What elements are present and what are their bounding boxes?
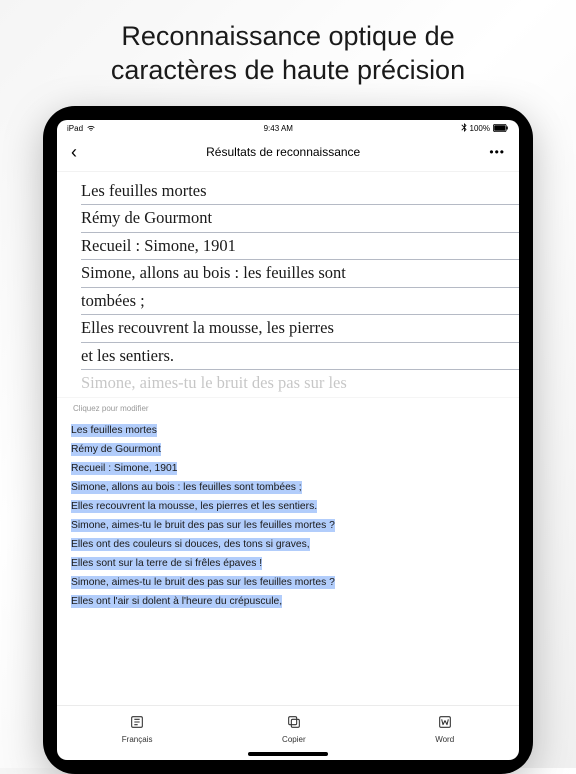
handwriting-line: tombées ; — [81, 288, 519, 316]
more-button[interactable]: ••• — [489, 145, 505, 159]
word-button[interactable]: Word — [435, 714, 454, 744]
word-icon — [437, 714, 453, 732]
bottom-toolbar: Français Copier Word — [57, 705, 519, 750]
handwriting-line: Les feuilles mortes — [81, 178, 519, 206]
ocr-line: Recueil : Simone, 1901 — [71, 459, 505, 478]
status-device: iPad — [67, 124, 83, 133]
ocr-line: Elles sont sur la terre de si frêles épa… — [71, 554, 505, 573]
handwriting-line: et les sentiers. — [81, 343, 519, 371]
handwriting-line-partial: Simone, aimes-tu le bruit des pas sur le… — [81, 370, 519, 397]
handwriting-line: Recueil : Simone, 1901 — [81, 233, 519, 261]
ocr-line: Elles ont des couleurs si douces, des to… — [71, 535, 505, 554]
ocr-line: Simone, aimes-tu le bruit des pas sur le… — [71, 573, 505, 592]
ocr-line: Simone, aimes-tu le bruit des pas sur le… — [71, 516, 505, 535]
ipad-frame: iPad 9:43 AM 100% ‹ Résultats de reconna… — [43, 106, 533, 774]
back-button[interactable]: ‹ — [71, 142, 77, 163]
battery-icon — [493, 124, 509, 134]
handwriting-line: Simone, allons au bois : les feuilles so… — [81, 260, 519, 288]
language-icon — [129, 714, 145, 732]
copy-icon — [286, 714, 302, 732]
battery-pct: 100% — [470, 124, 490, 133]
ipad-screen: iPad 9:43 AM 100% ‹ Résultats de reconna… — [57, 120, 519, 760]
ocr-line: Les feuilles mortes — [71, 421, 505, 440]
ocr-line: Elles ont l'air si dolent à l'heure du c… — [71, 592, 505, 611]
ocr-line: Simone, allons au bois : les feuilles so… — [71, 478, 505, 497]
home-indicator[interactable] — [248, 752, 328, 756]
word-label: Word — [435, 735, 454, 744]
language-label: Français — [122, 735, 153, 744]
promo-title: Reconnaissance optique de caractères de … — [0, 0, 576, 106]
handwriting-line: Elles recouvrent la mousse, les pierres — [81, 315, 519, 343]
copy-button[interactable]: Copier — [282, 714, 306, 744]
handwriting-line: Rémy de Gourmont — [81, 205, 519, 233]
ocr-line: Rémy de Gourmont — [71, 440, 505, 459]
ocr-line: Elles recouvrent la mousse, les pierres … — [71, 497, 505, 516]
ocr-panel[interactable]: Les feuilles mortes Rémy de Gourmont Rec… — [57, 419, 519, 705]
edit-hint[interactable]: Cliquez pour modifier — [57, 397, 519, 419]
promo-line1: Reconnaissance optique de — [121, 21, 454, 51]
wifi-icon — [86, 124, 96, 134]
nav-bar: ‹ Résultats de reconnaissance ••• — [57, 136, 519, 172]
handwriting-panel[interactable]: Les feuilles mortes Rémy de Gourmont Rec… — [57, 172, 519, 398]
nav-title: Résultats de reconnaissance — [206, 145, 360, 159]
status-bar: iPad 9:43 AM 100% — [57, 120, 519, 136]
bluetooth-icon — [461, 123, 467, 134]
copy-label: Copier — [282, 735, 306, 744]
language-button[interactable]: Français — [122, 714, 153, 744]
status-time: 9:43 AM — [264, 124, 293, 133]
promo-line2: caractères de haute précision — [111, 55, 465, 85]
